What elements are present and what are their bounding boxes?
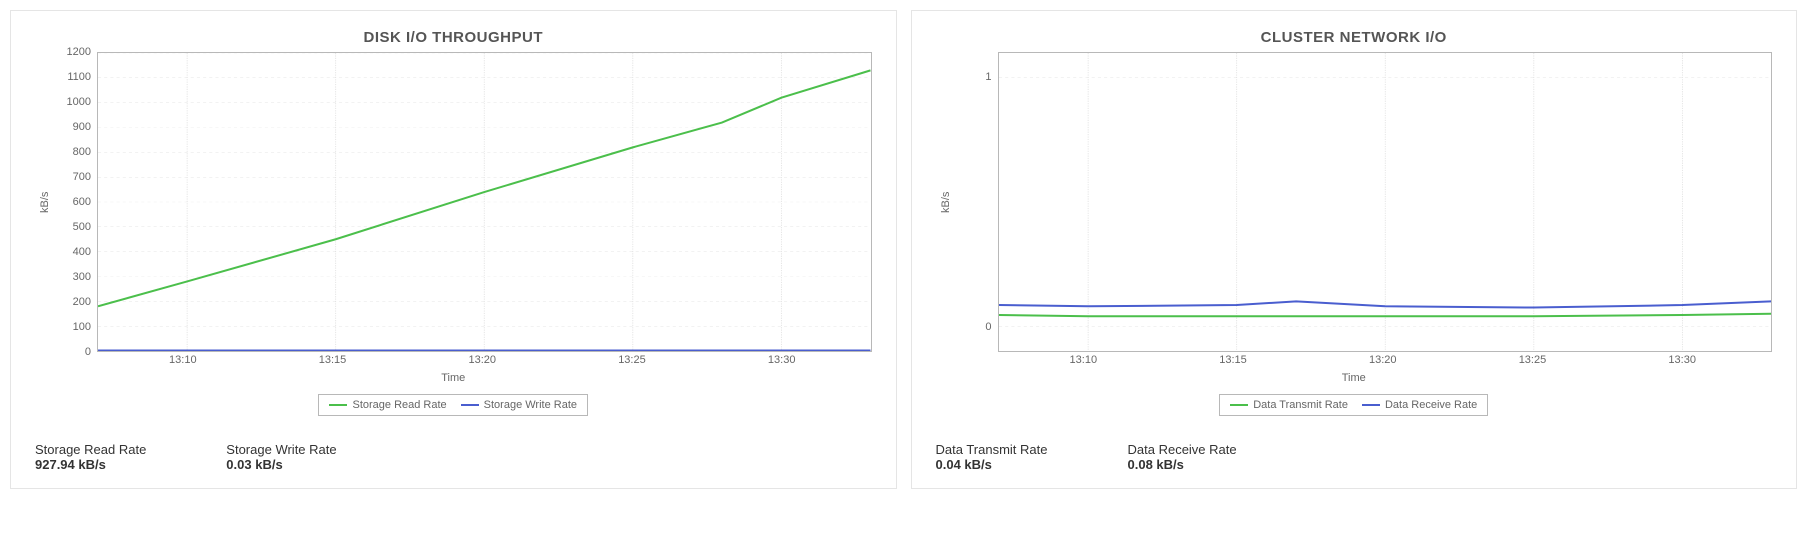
network-io-panel: CLUSTER NETWORK I/O kB/s 01 13:1013:1513… [911, 10, 1798, 489]
y-tick-label: 800 [73, 146, 91, 158]
x-tick-label: 13:25 [1519, 354, 1547, 366]
y-ticks: 0100200300400500600700800900100011001200 [55, 52, 97, 352]
x-ticks: 13:10 13:15 13:20 13:25 13:30 [994, 352, 1773, 368]
y-tick-label: 0 [85, 346, 91, 358]
stat-block: Data Transmit Rate 0.04 kB/s [936, 442, 1048, 472]
y-tick-label: 700 [73, 171, 91, 183]
legend-label: Storage Write Rate [484, 399, 577, 411]
x-axis-label: Time [35, 372, 872, 384]
legend-item: Data Receive Rate [1362, 399, 1477, 411]
x-tick-label: 13:20 [468, 354, 496, 366]
stat-value: 0.04 kB/s [936, 457, 1048, 472]
y-tick-label: 600 [73, 196, 91, 208]
legend: Data Transmit Rate Data Receive Rate [936, 394, 1773, 416]
x-tick-label: 13:30 [768, 354, 796, 366]
x-tick-label: 13:25 [618, 354, 646, 366]
stat-value: 927.94 kB/s [35, 457, 146, 472]
y-tick-label: 1000 [67, 96, 91, 108]
y-ticks: 01 [956, 52, 998, 352]
legend-item: Storage Read Rate [329, 399, 446, 411]
line-swatch-icon [461, 404, 479, 406]
line-swatch-icon [1362, 404, 1380, 406]
stat-block: Storage Write Rate 0.03 kB/s [226, 442, 336, 472]
legend: Storage Read Rate Storage Write Rate [35, 394, 872, 416]
stat-block: Storage Read Rate 927.94 kB/s [35, 442, 146, 472]
chart-plot [97, 52, 872, 352]
legend-label: Storage Read Rate [352, 399, 446, 411]
stat-value: 0.03 kB/s [226, 457, 336, 472]
legend-box: Storage Read Rate Storage Write Rate [318, 394, 588, 416]
x-tick-label: 13:30 [1668, 354, 1696, 366]
line-swatch-icon [329, 404, 347, 406]
x-tick-label: 13:15 [319, 354, 347, 366]
x-axis-label: Time [936, 372, 1773, 384]
y-tick-label: 1 [985, 71, 991, 83]
line-swatch-icon [1230, 404, 1248, 406]
disk-io-panel: DISK I/O THROUGHPUT kB/s 0 100 200 300 400 50… [10, 10, 897, 489]
stat-label: Storage Write Rate [226, 442, 336, 457]
legend-item: Storage Write Rate [461, 399, 577, 411]
y-tick-label: 100 [73, 321, 91, 333]
y-axis-label: kB/s [936, 52, 956, 352]
y-tick-label: 300 [73, 271, 91, 283]
stats-row: Storage Read Rate 927.94 kB/s Storage Wr… [35, 442, 872, 472]
y-tick-label: 0 [985, 321, 991, 333]
x-tick-label: 13:20 [1369, 354, 1397, 366]
y-tick-label: 900 [73, 121, 91, 133]
y-tick-label: 1200 [67, 46, 91, 58]
legend-box: Data Transmit Rate Data Receive Rate [1219, 394, 1488, 416]
legend-label: Data Receive Rate [1385, 399, 1477, 411]
x-ticks: 13:10 13:15 13:20 13:25 13:30 [93, 352, 872, 368]
chart-plot [998, 52, 1773, 352]
stats-row: Data Transmit Rate 0.04 kB/s Data Receiv… [936, 442, 1773, 472]
y-tick-label: 400 [73, 246, 91, 258]
chart-title: DISK I/O THROUGHPUT [35, 29, 872, 46]
x-tick-label: 13:15 [1219, 354, 1247, 366]
plot-zone: kB/s 01 [936, 52, 1773, 352]
plot-zone: kB/s 01002003004005006007008009001000110… [35, 52, 872, 352]
stat-label: Data Transmit Rate [936, 442, 1048, 457]
legend-item: Data Transmit Rate [1230, 399, 1348, 411]
y-tick-label: 1100 [67, 71, 91, 83]
y-axis-label: kB/s [35, 52, 55, 352]
stat-block: Data Receive Rate 0.08 kB/s [1128, 442, 1237, 472]
stat-label: Data Receive Rate [1128, 442, 1237, 457]
y-tick-label: 200 [73, 296, 91, 308]
stat-label: Storage Read Rate [35, 442, 146, 457]
chart-title: CLUSTER NETWORK I/O [936, 29, 1773, 46]
stat-value: 0.08 kB/s [1128, 457, 1237, 472]
x-tick-label: 13:10 [1070, 354, 1098, 366]
legend-label: Data Transmit Rate [1253, 399, 1348, 411]
y-tick-label: 500 [73, 221, 91, 233]
x-tick-label: 13:10 [169, 354, 197, 366]
